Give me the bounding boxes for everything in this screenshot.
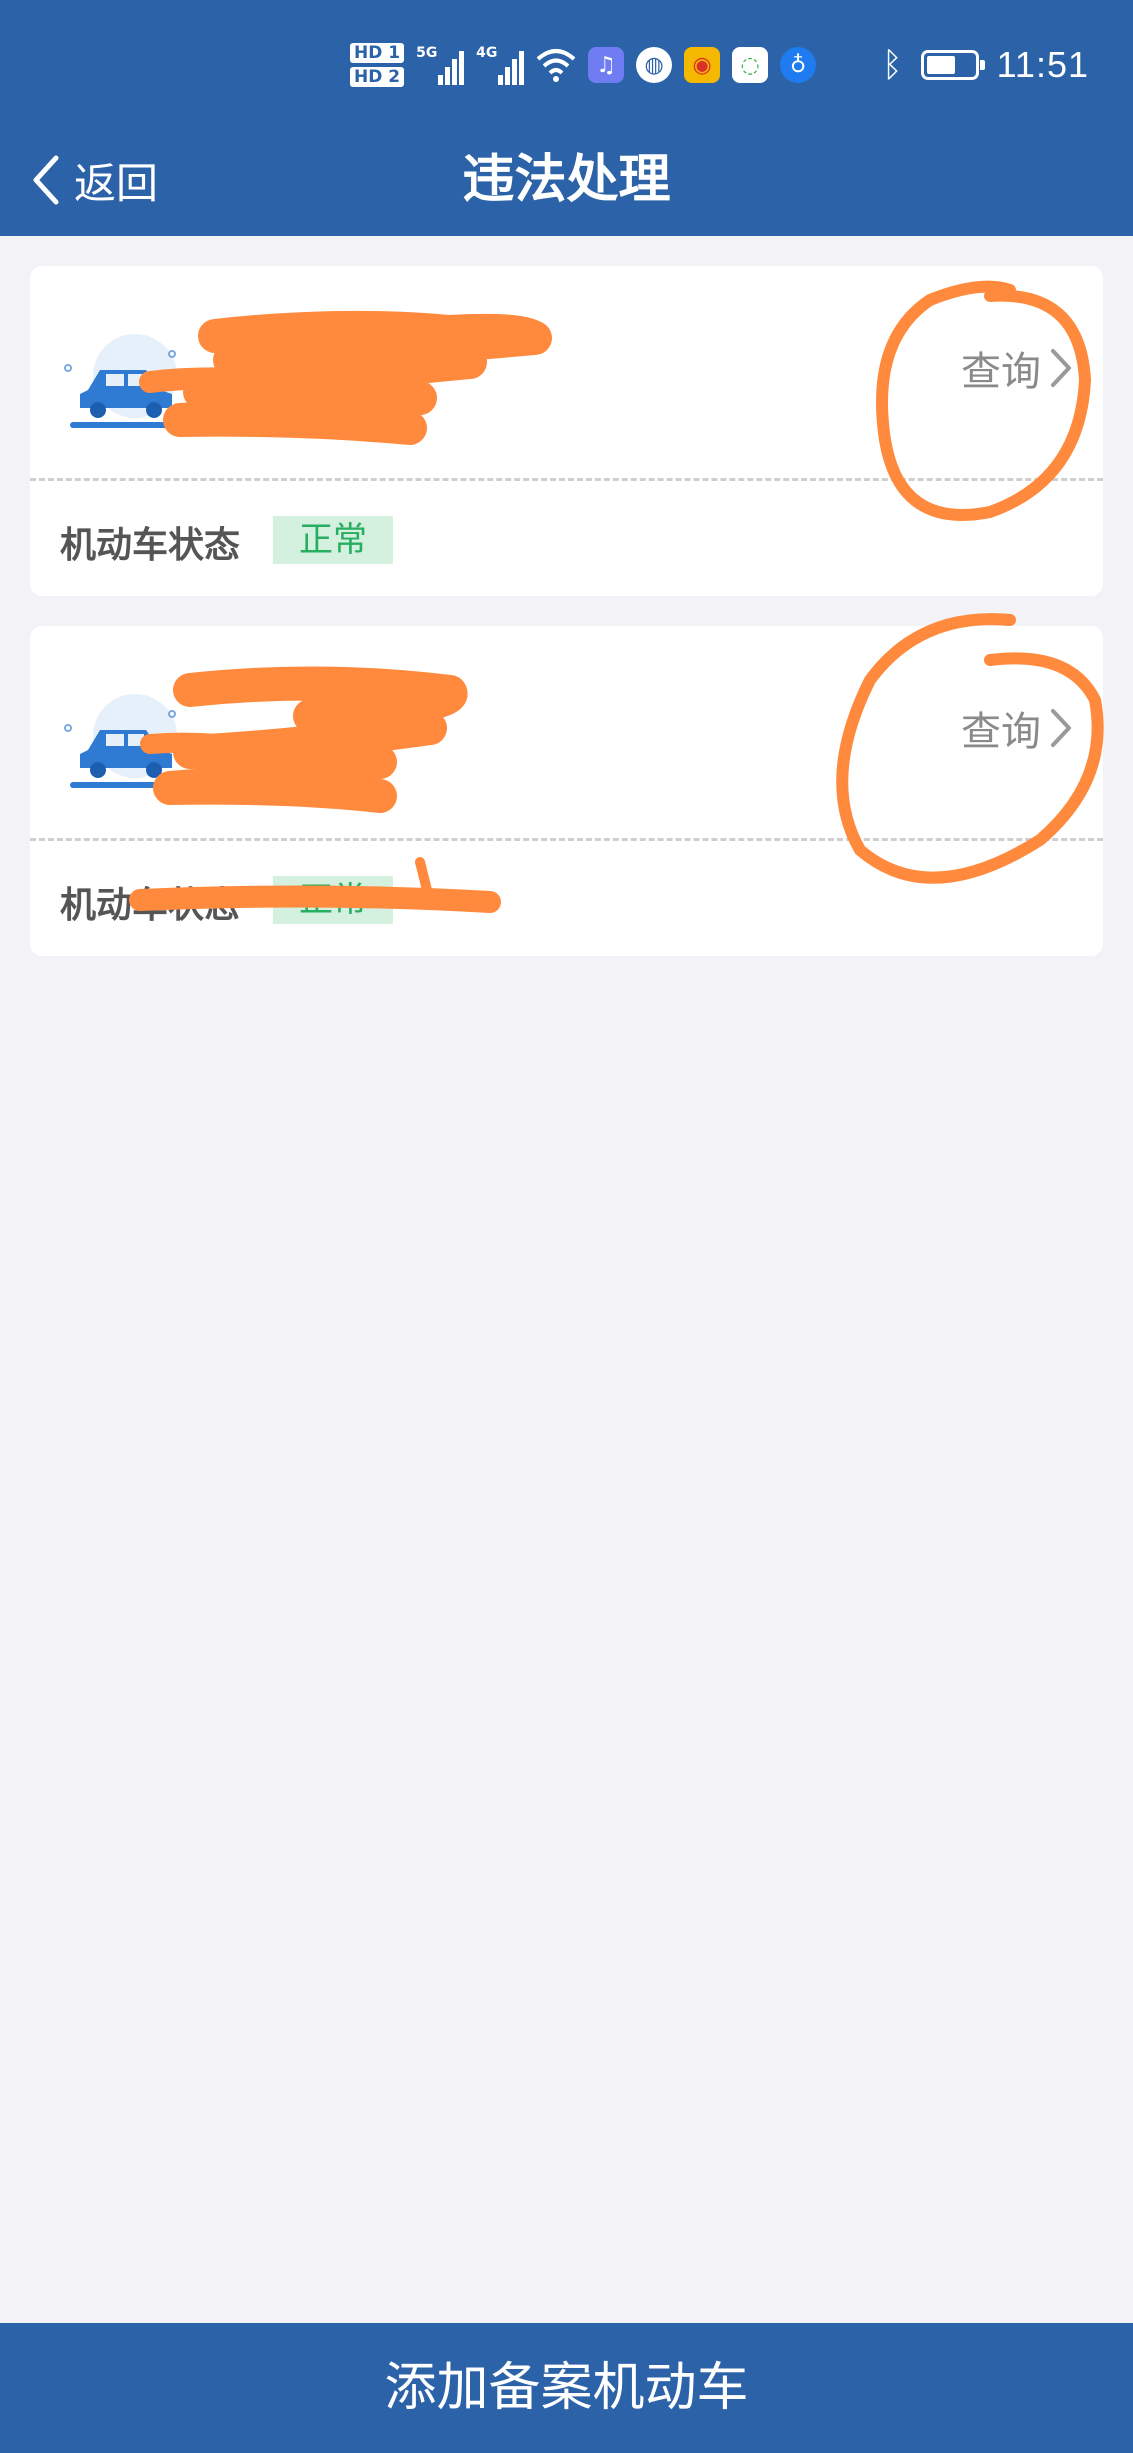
query-button[interactable]: 查询 xyxy=(961,338,1073,398)
plate-number xyxy=(240,686,520,726)
sim1-indicator: HD 1 xyxy=(350,43,405,63)
status-badge: 正常 xyxy=(273,876,393,924)
vehicle-card[interactable]: 查询 机动车状态 正常 xyxy=(30,626,1103,956)
status-label: 机动车状态 xyxy=(60,525,241,566)
chevron-right-icon xyxy=(1051,349,1071,387)
header: HD 1 HD 2 5G 4G ♫ ◍ ◉ ◌ ♁ ᛒ 11:51 返回 违法处… xyxy=(0,0,1133,236)
card-divider xyxy=(30,838,1103,841)
nav-bar: 返回 违法处理 xyxy=(0,130,1133,236)
network2-label: 4G xyxy=(476,45,498,61)
battery-icon xyxy=(920,50,985,80)
status-right: ᛒ 11:51 xyxy=(882,34,1089,96)
card-divider xyxy=(30,478,1103,481)
query-label: 查询 xyxy=(961,349,1041,395)
chat-app-icon: ◌ xyxy=(732,47,769,83)
plate-number xyxy=(240,326,520,366)
signal-4g-icon: 4G xyxy=(476,45,525,85)
query-button[interactable]: 查询 xyxy=(961,698,1073,758)
network1-label: 5G xyxy=(416,45,438,61)
car-icon xyxy=(64,694,180,788)
wifi-icon xyxy=(536,49,576,82)
page-title: 违法处理 xyxy=(462,150,671,210)
weibo-app-icon: ◉ xyxy=(684,47,721,83)
status-icons: HD 1 HD 2 5G 4G ♫ ◍ ◉ ◌ ♁ xyxy=(350,34,817,96)
bulb-app-icon: ♁ xyxy=(780,47,817,83)
sim2-indicator: HD 2 xyxy=(350,67,405,87)
add-vehicle-button[interactable]: 添加备案机动车 xyxy=(0,2323,1133,2453)
chevron-right-icon xyxy=(1051,709,1071,747)
car-icon xyxy=(64,334,180,428)
bluetooth-icon: ᛒ xyxy=(882,45,903,85)
status-badge: 正常 xyxy=(273,516,393,564)
browser-app-icon: ◍ xyxy=(636,47,673,83)
signal-5g-icon: 5G xyxy=(416,45,465,85)
music-app-icon: ♫ xyxy=(588,47,625,83)
sim-indicators: HD 1 HD 2 xyxy=(350,43,405,87)
status-bar: HD 1 HD 2 5G 4G ♫ ◍ ◉ ◌ ♁ ᛒ 11:51 xyxy=(0,0,1133,130)
vehicle-card[interactable]: 查询 机动车状态 正常 xyxy=(30,266,1103,596)
status-time: 11:51 xyxy=(996,44,1089,85)
query-label: 查询 xyxy=(961,709,1041,755)
status-label: 机动车状态 xyxy=(60,885,241,926)
